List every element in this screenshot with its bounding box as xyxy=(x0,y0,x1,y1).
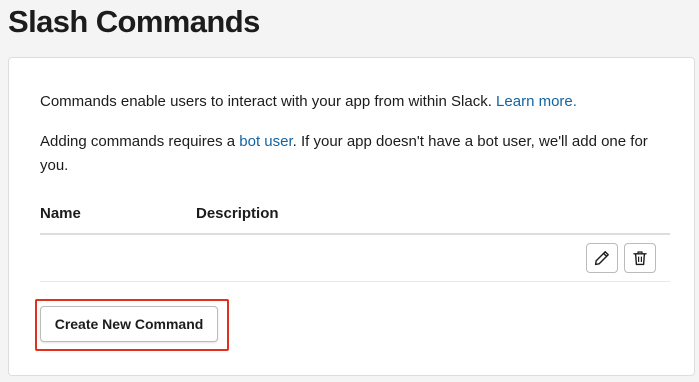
table-header: Name Description xyxy=(40,202,670,235)
bot-user-link[interactable]: bot user xyxy=(239,133,292,150)
pencil-icon xyxy=(594,250,610,266)
table-row xyxy=(40,235,670,282)
trash-icon xyxy=(632,250,648,266)
create-new-command-button[interactable]: Create New Command xyxy=(40,306,218,342)
learn-more-link[interactable]: Learn more. xyxy=(496,93,577,110)
bot-user-note: Adding commands requires a bot user. If … xyxy=(40,130,670,178)
intro-description: Commands enable users to interact with y… xyxy=(40,90,670,114)
bot-user-note-prefix: Adding commands requires a xyxy=(40,133,240,150)
intro-text: Commands enable users to interact with y… xyxy=(40,93,497,110)
column-header-name: Name xyxy=(40,205,81,222)
column-header-description: Description xyxy=(196,205,279,222)
commands-table: Name Description xyxy=(40,202,670,282)
edit-command-button[interactable] xyxy=(586,243,618,273)
row-actions xyxy=(586,243,656,273)
delete-command-button[interactable] xyxy=(624,243,656,273)
slash-commands-page: Slash Commands Commands enable users to … xyxy=(0,0,699,382)
page-title: Slash Commands xyxy=(8,4,260,39)
commands-card: Commands enable users to interact with y… xyxy=(8,57,695,376)
